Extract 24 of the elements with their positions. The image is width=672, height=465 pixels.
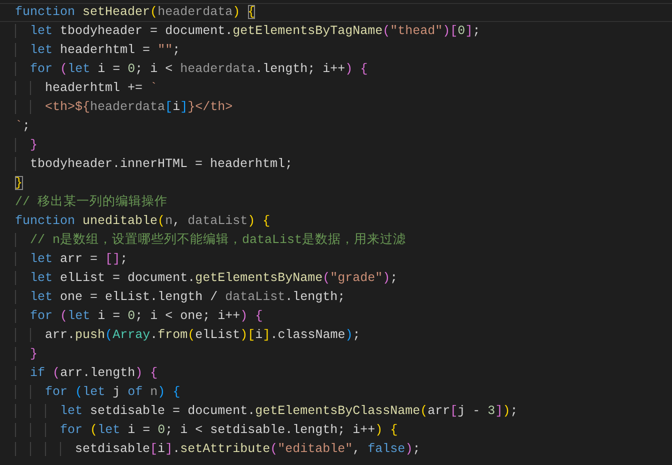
code-line: }	[0, 345, 672, 364]
code-line: for (let i = 0; i < headerdata.length; i++) {	[0, 60, 672, 79]
code-line: for (let i = 0; i < one; i++) {	[0, 307, 672, 326]
code-line: headerhtml += `	[0, 79, 672, 98]
code-line: let arr = [];	[0, 250, 672, 269]
code-line: }	[14, 175, 24, 192]
code-line: for (let i = 0; i < setdisable.length; i++) {	[0, 421, 672, 440]
code-line: let tbodyheader = document.getElementsByTagName("thead")[0];	[0, 22, 672, 41]
code-line: function setHeader(headerdata) {	[0, 3, 672, 22]
code-line: for (let j of n) {	[0, 383, 672, 402]
code-line: let elList = document.getElementsByName("grade");	[0, 269, 672, 288]
code-line: arr.push(Array.from(elList)[i].className);	[0, 326, 672, 345]
code-line: let headerhtml = "";	[0, 41, 672, 60]
code-line: `;	[14, 118, 32, 135]
code-line: function uneditable(n, dataList) {	[14, 213, 272, 230]
code-line: <th>${headerdata[i]}</th>	[0, 98, 672, 117]
code-line: setdisable[i].setAttribute("editable", false);	[0, 440, 672, 459]
code-line: // n是数组，设置哪些列不能编辑，dataList是数据，用来过滤	[0, 231, 672, 250]
code-line: }	[0, 136, 672, 155]
code-line: if (arr.length) {	[0, 364, 672, 383]
code-line: tbodyheader.innerHTML = headerhtml;	[0, 155, 672, 174]
code-line: let one = elList.length / dataList.length;	[0, 288, 672, 307]
code-line: let setdisable = document.getElementsByClassName(arr[j - 3]);	[0, 402, 672, 421]
code-line: // 移出某一列的编辑操作	[14, 194, 169, 211]
